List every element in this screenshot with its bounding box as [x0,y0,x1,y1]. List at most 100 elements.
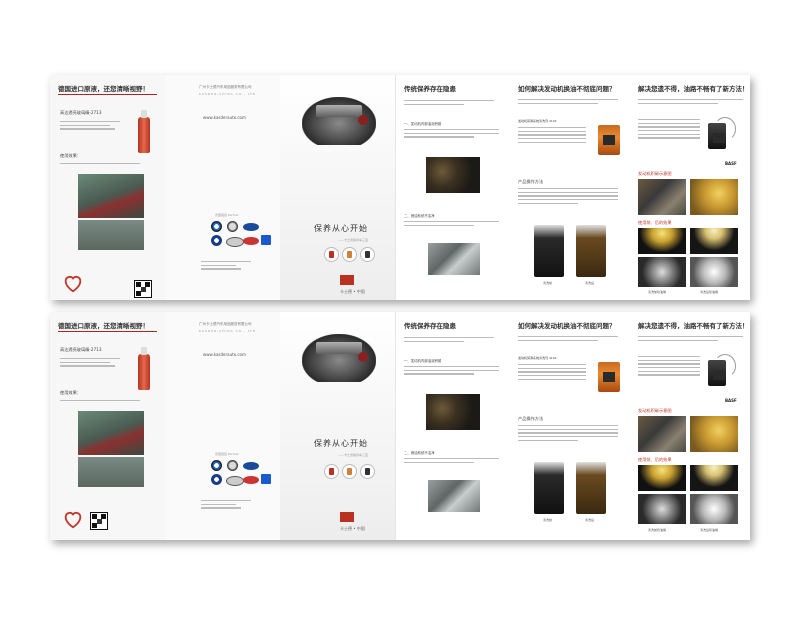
vw-logo-icon [211,235,222,246]
panel-heading: 解决您遗不得，油路不畅有了新方法！ [638,85,749,93]
usage-label: 使用效果： [60,153,81,158]
panel-windshield-product: 德国进口原液，还您清晰视野！ 高达透亮玻璃精-2713 使用效果： [50,75,165,300]
panel-carbon-solution: 解决您遗不得，油路不畅有了新方法！ BASF 发动机积碳示意图 使用前、后的效果… [630,75,750,300]
audi-logo-icon [226,476,244,486]
panel-heading: 如何解决发动机换油不彻底问题？ [518,85,616,93]
mercedes-logo-icon [227,460,238,471]
cover-slogan: 保养从心开始 [314,224,368,233]
carbon-benefits [638,356,700,378]
windshield-before-image [78,411,144,455]
company-website: www.kasderauto.com [203,115,246,120]
nozzle-before-image [638,257,686,287]
caption-nozzle-after: 清洗后喷油嘴 [700,290,719,294]
nozzle-before-image [638,494,686,524]
intro-text [404,100,494,107]
method-text [518,188,618,206]
heading-divider [58,331,157,332]
carbon-deposit-image-2 [690,179,738,215]
panel-windshield-product: 德国进口原液，还您清晰视野！ 高达透亮玻璃精-2713 使用效果： [50,312,165,540]
company-website: www.kasderauto.com [203,352,246,357]
product-name: 发动机润滑系统清洗剂 4102 [518,356,557,360]
vw-logo-icon [211,474,222,485]
company-name-cn: 广州卡士德汽车用品服务有限公司 [199,85,252,89]
gm-logo-icon [261,474,271,484]
solution-intro [518,99,618,106]
company-name-en: KASDER-CHINA CO., LTD [199,329,257,333]
risk-item-2-text [404,221,499,228]
product-name: 发动机润滑系统清洗剂 4102 [518,119,557,123]
sludge-image [426,157,480,193]
engine-image [302,97,376,145]
cover-tagline: ——卡士德助养车三宝 [338,453,369,457]
panel-heading: 德国进口原液，还您清晰视野！ [58,322,149,330]
risk-item-2: 二、燃油系统不洁净 [404,214,435,218]
risk-item-1-text [404,366,499,377]
windshield-bottle-image [138,110,150,153]
product-benefits [518,127,586,145]
carbon-cleaner-can-image [708,123,726,149]
brand-name: 卡士德 • 中国 [340,289,365,294]
caption-nozzle-before: 清洗前喷油嘴 [648,290,667,294]
mercedes-logo-icon [227,221,238,232]
product-description [60,358,120,369]
panel-heading: 解决您遗不得，油路不畅有了新方法！ [638,322,749,330]
panel-cover: 保养从心开始 ——卡士德助养车三宝 卡士德 • 中国 [280,312,395,540]
cover-slogan: 保养从心开始 [314,439,368,448]
spray-before-image [638,465,686,491]
ford-logo-icon [243,462,259,470]
panel-heading: 传统保养存在隐患 [404,322,456,330]
company-contact [201,500,251,511]
engine-image [302,334,376,382]
brochure-sheet-top: 德国进口原液，还您清晰视野！ 高达透亮玻璃精-2713 使用效果： 广州卡士德汽… [50,75,750,300]
panel-company-info: 广州卡士德汽车用品服务有限公司 KASDER-CHINA CO., LTD ww… [165,75,280,300]
carbon-intro [638,99,743,106]
spray-after-image [690,465,738,491]
caption-after: 清洗后 [585,518,595,522]
carbon-benefits [638,119,700,141]
method-text [518,425,618,443]
carbon-intro [638,336,743,343]
cleaner-can-image [598,125,620,155]
caption-before: 清洗前 [543,518,553,522]
audi-logo-icon [226,237,244,247]
basf-logo: BASF [725,161,737,166]
partners-label: 德国强劲 Partner [215,452,239,456]
heading-divider [58,94,157,95]
brochure-sheet-bottom: 德国进口原液，还您清晰视野！ 高达透亮玻璃精-2713 使用效果： 广州卡士德汽… [50,312,750,540]
bmw-logo-icon [211,460,222,471]
beaker-after-image [576,462,606,514]
panel-company-info: 广州卡士德汽车用品服务有限公司 KASDER-CHINA CO., LTD ww… [165,312,280,540]
panel-oil-solution: 如何解决发动机换油不彻底问题？ 发动机润滑系统清洗剂 4102 产品操作方法 清… [510,75,630,300]
demo-label: 发动机积碳示意图 [638,408,672,413]
ford-logo-icon [243,223,259,231]
caption-after: 清洗后 [585,281,595,285]
method-label: 产品操作方法 [518,179,544,184]
basf-logo: BASF [725,398,737,403]
carbon-deposit-image-2 [690,416,738,452]
panel-hidden-risks: 传统保养存在隐患 一、发动机内部油泥积碳 二、燃油系统不洁净 [395,312,511,540]
nozzle-after-image [690,257,738,287]
heart-logo-icon [64,276,82,293]
method-label: 产品操作方法 [518,416,544,421]
brand-logo-icon [340,275,354,285]
cleaner-can-image [598,362,620,392]
product-circle-2 [342,247,357,262]
company-name-en: KASDER-CHINA CO., LTD [199,92,257,96]
beaker-before-image [534,462,564,514]
brand-logo-icon [340,512,354,522]
qr-code-icon[interactable] [90,512,108,530]
caption-before: 清洗前 [543,281,553,285]
panel-cover: 保养从心开始 ——卡士德助养车三宝 卡士德 • 中国 [280,75,395,300]
panel-heading: 如何解决发动机换油不彻底问题？ [518,322,616,330]
usage-description [60,400,140,404]
carbon-cleaner-can-image [708,360,726,386]
product-benefits [518,364,586,382]
partners-label: 德国强劲 Partner [215,213,239,217]
effect-label: 使用前、后的效果 [638,220,672,225]
cover-tagline: ——卡士德助养车三宝 [338,238,369,242]
usage-description [60,163,140,167]
windshield-bottle-image [138,347,150,390]
qr-code-icon[interactable] [134,280,152,298]
product-description [60,121,120,132]
sludge-image [426,394,480,430]
